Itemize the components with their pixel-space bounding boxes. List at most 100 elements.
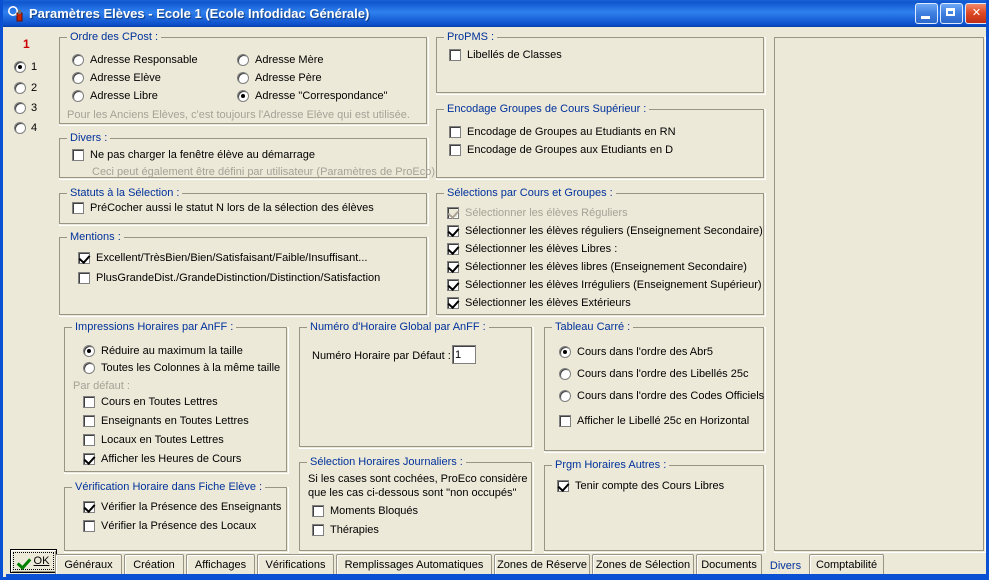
group-selection-horaires-journaliers: Sélection Horaires Journaliers : Si les … <box>299 456 534 553</box>
checkbox-label: Ne pas charger la fenêtre élève au démar… <box>90 149 316 161</box>
radio-cours-ordre-abr5[interactable]: Cours dans l'ordre des Abr5 <box>559 346 713 358</box>
checkbox-label: Enseignants en Toutes Lettres <box>101 415 249 427</box>
checkbox-ne-pas-charger-fenetre[interactable]: Ne pas charger la fenêtre élève au démar… <box>72 149 315 161</box>
radio-icon <box>559 346 571 358</box>
checkbox-afficher-libelle-25c-horizontal[interactable]: Afficher le Libellé 25c en Horizontal <box>559 415 749 427</box>
radio-label: Cours dans l'ordre des Codes Officiels <box>577 390 765 402</box>
tab-remplissages-automatiques[interactable]: Remplissages Automatiques <box>336 554 492 574</box>
radio-icon <box>237 72 249 84</box>
app-magnifier-icon <box>7 5 25 23</box>
radio-label: Adresse Mère <box>255 54 324 66</box>
radio-adresse-eleve[interactable]: Adresse Elève <box>72 72 161 84</box>
checkbox-mention-plusgrandedist[interactable]: PlusGrandeDist./GrandeDistinction/Distin… <box>78 272 380 284</box>
radio-adresse-responsable[interactable]: Adresse Responsable <box>72 54 198 66</box>
radio-icon <box>83 345 95 357</box>
ok-button[interactable]: OK <box>10 549 57 573</box>
checkbox-therapies[interactable]: Thérapies <box>312 524 379 536</box>
school-radio-3[interactable]: 3 <box>14 100 54 116</box>
checkbox-verifier-presence-locaux[interactable]: Vérifier la Présence des Locaux <box>83 520 256 532</box>
tab-zones-de-reserve[interactable]: Zones de Réserve <box>494 554 590 574</box>
group-selections-cours-groupes: Sélections par Cours et Groupes : Sélect… <box>436 187 766 317</box>
window-controls: ✕ <box>915 3 986 24</box>
checkbox-eleves-reguliers-secondaire[interactable]: Sélectionner les élèves réguliers (Ensei… <box>447 225 763 237</box>
checkbox-cours-toutes-lettres[interactable]: Cours en Toutes Lettres <box>83 396 218 408</box>
tab-label: Affichages <box>194 558 247 571</box>
window-title: Paramètres Elèves - Ecole 1 (Ecole Infod… <box>29 6 370 21</box>
close-button[interactable]: ✕ <box>965 3 986 24</box>
journaliers-note-line2: que les cas ci-dessous sont "non occupés… <box>308 487 517 499</box>
minimize-button[interactable] <box>915 3 938 24</box>
checkbox-encodage-groupes-d[interactable]: Encodage de Groupes aux Etudiants en D <box>449 144 673 156</box>
tab-zones-de-selection[interactable]: Zones de Sélection <box>592 554 694 574</box>
checkbox-selectionner-eleves-reguliers: Sélectionner les élèves Réguliers <box>447 207 628 219</box>
tab-creation[interactable]: Création <box>124 554 184 574</box>
group-caption: Impressions Horaires par AnFF : <box>72 321 237 333</box>
checkbox-moments-bloques[interactable]: Moments Bloqués <box>312 505 418 517</box>
radio-cours-ordre-codes-officiels[interactable]: Cours dans l'ordre des Codes Officiels <box>559 390 764 402</box>
checkbox-verifier-presence-enseignants[interactable]: Vérifier la Présence des Enseignants <box>83 501 281 513</box>
ordre-cpost-note: Pour les Anciens Elèves, c'est toujours … <box>67 109 410 121</box>
radio-adresse-mere[interactable]: Adresse Mère <box>237 54 323 66</box>
tab-label: Création <box>133 558 175 571</box>
school-radio-1[interactable]: 1 <box>14 59 54 75</box>
school-number-indicator: 1 <box>23 37 30 51</box>
checkbox-libelles-de-classes[interactable]: Libellés de Classes <box>449 49 562 61</box>
tab-comptabilite[interactable]: Comptabilité <box>809 554 884 574</box>
checkbox-eleves-libres-secondaire[interactable]: Sélectionner les élèves libres (Enseigne… <box>447 261 747 273</box>
radio-icon <box>237 54 249 66</box>
school-radio-4[interactable]: 4 <box>14 120 54 136</box>
checkbox-encodage-groupes-rn[interactable]: Encodage de Groupes au Etudiants en RN <box>449 126 676 138</box>
radio-icon <box>559 390 571 402</box>
maximize-button[interactable] <box>940 3 963 24</box>
radio-label: Adresse Libre <box>90 90 158 102</box>
radio-adresse-correspondance[interactable]: Adresse "Correspondance" <box>237 90 388 102</box>
school-radio-2[interactable]: 2 <box>14 80 54 96</box>
checkbox-precocher-statut-n[interactable]: PréCocher aussi le statut N lors de la s… <box>72 202 374 214</box>
checkbox-icon <box>447 225 459 237</box>
impressions-subtitle: Par défaut : <box>73 380 130 392</box>
checkbox-label: Encodage de Groupes au Etudiants en RN <box>467 126 676 138</box>
checkbox-enseignants-toutes-lettres[interactable]: Enseignants en Toutes Lettres <box>83 415 249 427</box>
checkbox-label: Thérapies <box>330 524 379 536</box>
checkbox-icon <box>447 261 459 273</box>
group-tableau-carre: Tableau Carré : Cours dans l'ordre des A… <box>544 321 766 453</box>
tab-generaux[interactable]: Généraux <box>55 554 122 574</box>
school-number-selector: 1 1 2 3 4 <box>6 27 54 547</box>
tab-affichages[interactable]: Affichages <box>186 554 255 574</box>
radio-icon <box>14 102 26 114</box>
checkbox-label: Vérifier la Présence des Enseignants <box>101 501 282 513</box>
radio-cours-ordre-libelles-25c[interactable]: Cours dans l'ordre des Libellés 25c <box>559 368 748 380</box>
checkbox-tenir-compte-cours-libres[interactable]: Tenir compte des Cours Libres <box>557 480 724 492</box>
radio-adresse-libre[interactable]: Adresse Libre <box>72 90 158 102</box>
checkbox-label: Encodage de Groupes aux Etudiants en D <box>467 144 674 156</box>
checkbox-icon <box>559 415 571 427</box>
radio-adresse-pere[interactable]: Adresse Père <box>237 72 322 84</box>
green-check-icon <box>18 555 31 568</box>
radio-label: Réduire au maximum la taille <box>101 345 243 357</box>
checkbox-eleves-libres[interactable]: Sélectionner les élèves Libres : <box>447 243 617 255</box>
checkbox-label: Locaux en Toutes Lettres <box>101 434 224 446</box>
checkbox-icon <box>83 434 95 446</box>
tab-verifications[interactable]: Vérifications <box>257 554 334 574</box>
checkbox-eleves-irreguliers-superieur[interactable]: Sélectionner les élèves Irréguliers (Ens… <box>447 279 762 291</box>
checkbox-label: PlusGrandeDist./GrandeDistinction/Distin… <box>96 272 381 284</box>
checkbox-icon <box>83 520 95 532</box>
tab-divers[interactable]: Divers <box>764 556 807 575</box>
radio-icon <box>14 122 26 134</box>
title-bar: Paramètres Elèves - Ecole 1 (Ecole Infod… <box>3 0 986 27</box>
numero-horaire-input[interactable] <box>452 345 476 364</box>
radio-label: Toutes les Colonnes à la même taille <box>101 362 281 374</box>
group-caption: Mentions : <box>67 231 124 243</box>
checkbox-afficher-heures-cours[interactable]: Afficher les Heures de Cours <box>83 453 241 465</box>
radio-icon <box>14 61 26 73</box>
tab-documents[interactable]: Documents <box>696 554 762 574</box>
group-caption: Prgm Horaires Autres : <box>552 459 670 471</box>
radio-reduire-taille[interactable]: Réduire au maximum la taille <box>83 345 243 357</box>
journaliers-note-line1: Si les cases sont cochées, ProEco consid… <box>308 473 528 485</box>
radio-colonnes-meme-taille[interactable]: Toutes les Colonnes à la même taille <box>83 362 280 374</box>
checkbox-locaux-toutes-lettres[interactable]: Locaux en Toutes Lettres <box>83 434 224 446</box>
checkbox-label: Afficher le Libellé 25c en Horizontal <box>577 415 750 427</box>
checkbox-eleves-exterieurs[interactable]: Sélectionner les élèves Extérieurs <box>447 297 631 309</box>
tab-label: Zones de Réserve <box>497 558 587 571</box>
checkbox-mention-excellent[interactable]: Excellent/TrèsBien/Bien/Satisfaisant/Fai… <box>78 252 367 264</box>
